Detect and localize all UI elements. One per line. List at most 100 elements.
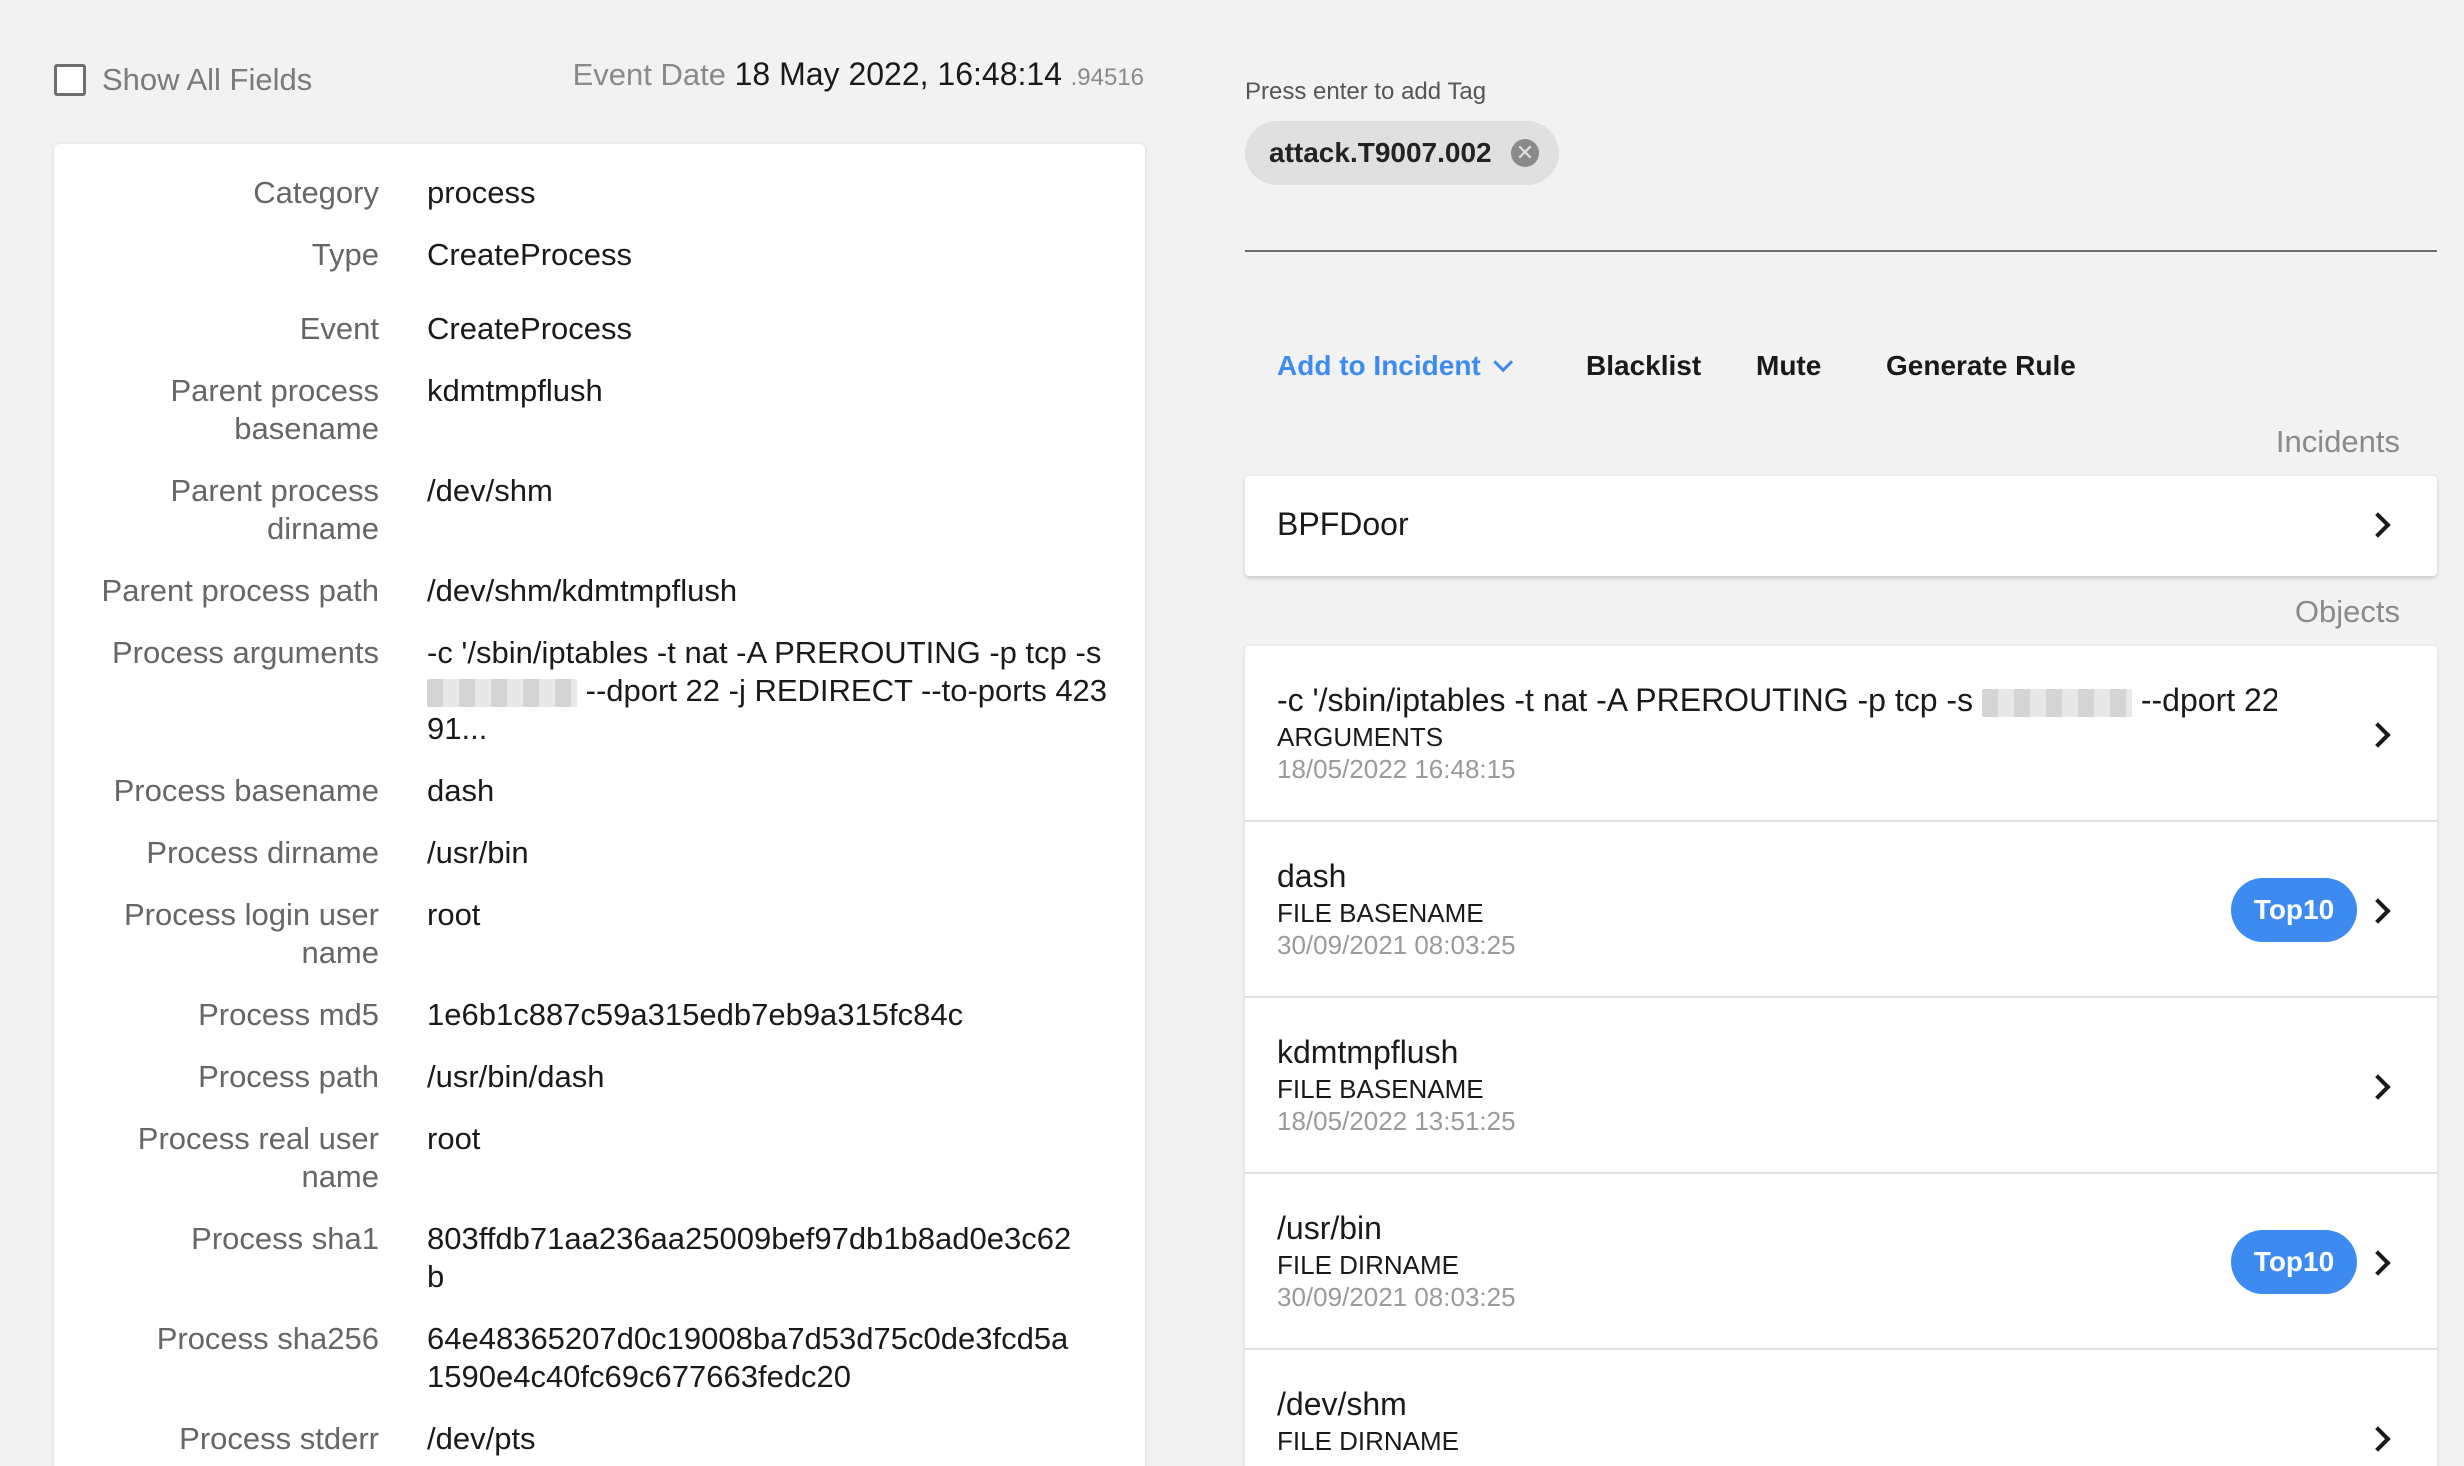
object-timestamp: 30/09/2021 08:03:25 xyxy=(1277,930,1516,960)
field-value: root xyxy=(427,897,481,932)
tag-input-underline[interactable] xyxy=(1245,250,2437,252)
field-value: dash xyxy=(427,773,495,808)
field-value: CreateProcess xyxy=(427,237,633,272)
field-value: /dev/pts xyxy=(427,1421,536,1456)
field-row-process-md5: Process md5 1e6b1c887c59a315edb7eb9a315f… xyxy=(54,996,1145,1034)
field-row-process-dirname: Process dirname /usr/bin xyxy=(54,834,1145,872)
top10-badge: Top10 xyxy=(2231,878,2357,942)
add-to-incident-label: Add to Incident xyxy=(1277,350,1481,381)
tag-chip[interactable]: attack.T9007.002 ✕ xyxy=(1245,121,1559,185)
event-date-value: 18 May 2022, 16:48:14 xyxy=(734,56,1062,92)
redacted-ip xyxy=(1981,688,2132,717)
field-row-parent-dirname: Parent process dirname /dev/shm xyxy=(54,472,1145,548)
field-value: -c '/sbin/iptables -t nat -A PREROUTING … xyxy=(427,634,1117,748)
field-row-parent-path: Parent process path /dev/shm/kdmtmpflush xyxy=(54,572,1145,610)
generate-rule-button[interactable]: Generate Rule xyxy=(1886,350,2076,382)
tag-chip-label: attack.T9007.002 xyxy=(1269,137,1492,168)
object-value-start: -c '/sbin/iptables -t nat -A PREROUTING … xyxy=(1277,682,1974,718)
field-row-process-path: Process path /usr/bin/dash xyxy=(54,1058,1145,1096)
field-value: /usr/bin/dash xyxy=(427,1059,605,1094)
checkbox-icon[interactable] xyxy=(54,64,86,96)
field-key: Process sha1 xyxy=(191,1221,379,1256)
field-key: Process basename xyxy=(113,773,379,808)
object-value: /usr/bin xyxy=(1277,1210,1382,1246)
field-key: Type xyxy=(311,237,379,272)
field-key: Process arguments xyxy=(111,635,379,670)
field-key: Process real user name xyxy=(137,1121,379,1194)
object-value-end: --dport 22 -j RE... xyxy=(2140,682,2277,718)
object-value: dash xyxy=(1277,858,1347,894)
field-key: Category xyxy=(253,175,379,210)
field-key: Parent process dirname xyxy=(170,473,380,546)
show-all-fields-label: Show All Fields xyxy=(102,62,313,97)
tag-input-hint: Press enter to add Tag xyxy=(1245,78,1487,105)
field-value: /dev/shm xyxy=(427,473,553,508)
field-row-login-user: Process login user name root xyxy=(54,896,1145,972)
field-value: 1e6b1c887c59a315edb7eb9a315fc84c xyxy=(427,997,964,1032)
incident-item[interactable]: BPFDoor xyxy=(1245,476,2437,576)
object-item[interactable]: -c '/sbin/iptables -t nat -A PREROUTING … xyxy=(1245,646,2437,822)
field-row-process-sha256: Process sha256 64e48365207d0c19008ba7d53… xyxy=(54,1320,1145,1394)
field-row-process-arguments: Process arguments -c '/sbin/iptables -t … xyxy=(54,634,1145,746)
incidents-section-label: Incidents xyxy=(2275,424,2400,459)
field-key: Process login user name xyxy=(123,897,379,970)
object-kind: FILE BASENAME xyxy=(1277,1074,1484,1104)
object-item[interactable]: dash FILE BASENAME 30/09/2021 08:03:25 T… xyxy=(1245,822,2437,998)
blacklist-button[interactable]: Blacklist xyxy=(1586,350,1701,382)
object-timestamp: 18/05/2022 16:48:15 xyxy=(1277,754,1516,784)
field-key: Parent process basename xyxy=(170,373,380,446)
incident-name: BPFDoor xyxy=(1277,506,1409,542)
field-value: process xyxy=(427,175,536,210)
field-key: Process sha256 xyxy=(156,1321,379,1356)
field-row-type: Type CreateProcess xyxy=(54,236,1145,274)
field-row-process-sha1: Process sha1 803ffdb71aa236aa25009bef97d… xyxy=(54,1220,1145,1294)
objects-section-label: Objects xyxy=(2294,594,2400,629)
field-row-process-stderr: Process stderr /dev/pts xyxy=(54,1420,1145,1458)
field-value: /usr/bin xyxy=(427,835,529,870)
chevron-right-icon xyxy=(2365,1250,2391,1276)
object-value: /dev/shm xyxy=(1277,1386,1407,1422)
chevron-right-icon xyxy=(2365,1074,2391,1100)
object-kind: FILE DIRNAME xyxy=(1277,1250,1460,1280)
field-row-event: Event CreateProcess xyxy=(54,310,1145,348)
mute-button[interactable]: Mute xyxy=(1756,350,1821,382)
field-key: Event xyxy=(299,311,379,346)
field-value: /dev/shm/kdmtmpflush xyxy=(427,573,738,608)
objects-list: -c '/sbin/iptables -t nat -A PREROUTING … xyxy=(1245,646,2437,1466)
object-timestamp: 18/05/2022 13:51:25 xyxy=(1277,1106,1516,1136)
object-item[interactable]: kdmtmpflush FILE BASENAME 18/05/2022 13:… xyxy=(1245,998,2437,1174)
event-fields-card: Category process Type CreateProcess Even… xyxy=(54,144,1145,1466)
remove-tag-icon[interactable]: ✕ xyxy=(1511,139,1539,167)
add-to-incident-button[interactable]: Add to Incident xyxy=(1277,350,1513,382)
field-key: Parent process path xyxy=(101,573,379,608)
field-value: CreateProcess xyxy=(427,311,633,346)
object-kind: FILE DIRNAME xyxy=(1277,1426,1460,1456)
field-key: Process path xyxy=(198,1059,379,1094)
show-all-fields-checkbox[interactable]: Show All Fields xyxy=(54,62,312,98)
field-key: Process md5 xyxy=(198,997,379,1032)
field-value: 803ffdb71aa236aa25009bef97db1b8ad0e3c62 … xyxy=(427,1221,1072,1294)
event-date: Event Date 18 May 2022, 16:48:14 .94516 xyxy=(573,56,1144,93)
object-timestamp: 30/09/2021 08:03:25 xyxy=(1277,1282,1516,1312)
chevron-right-icon xyxy=(2365,1426,2391,1452)
chevron-right-icon xyxy=(2365,722,2391,748)
object-value: kdmtmpflush xyxy=(1277,1034,1459,1070)
object-item[interactable]: /usr/bin FILE DIRNAME 30/09/2021 08:03:2… xyxy=(1245,1174,2437,1350)
redacted-ip xyxy=(427,678,577,707)
object-kind: ARGUMENTS xyxy=(1277,722,1444,752)
field-key: Process stderr xyxy=(179,1421,379,1456)
object-kind: FILE BASENAME xyxy=(1277,898,1484,928)
chevron-down-icon xyxy=(1493,352,1513,373)
field-row-process-basename: Process basename dash xyxy=(54,772,1145,810)
chevron-right-icon xyxy=(2365,898,2391,924)
field-value: 64e48365207d0c19008ba7d53d75c0de3fcd5a 1… xyxy=(427,1321,1069,1394)
top10-badge: Top10 xyxy=(2231,1230,2357,1294)
object-item[interactable]: /dev/shm FILE DIRNAME xyxy=(1245,1350,2437,1466)
field-row-parent-basename: Parent process basename kdmtmpflush xyxy=(54,372,1145,448)
field-row-category: Category process xyxy=(54,174,1145,212)
field-key: Process dirname xyxy=(146,835,379,870)
field-row-real-user: Process real user name root xyxy=(54,1120,1145,1196)
chevron-right-icon xyxy=(2365,512,2391,538)
event-date-label: Event Date xyxy=(572,57,726,92)
arguments-text-start: -c '/sbin/iptables -t nat -A PREROUTING … xyxy=(427,635,1102,670)
